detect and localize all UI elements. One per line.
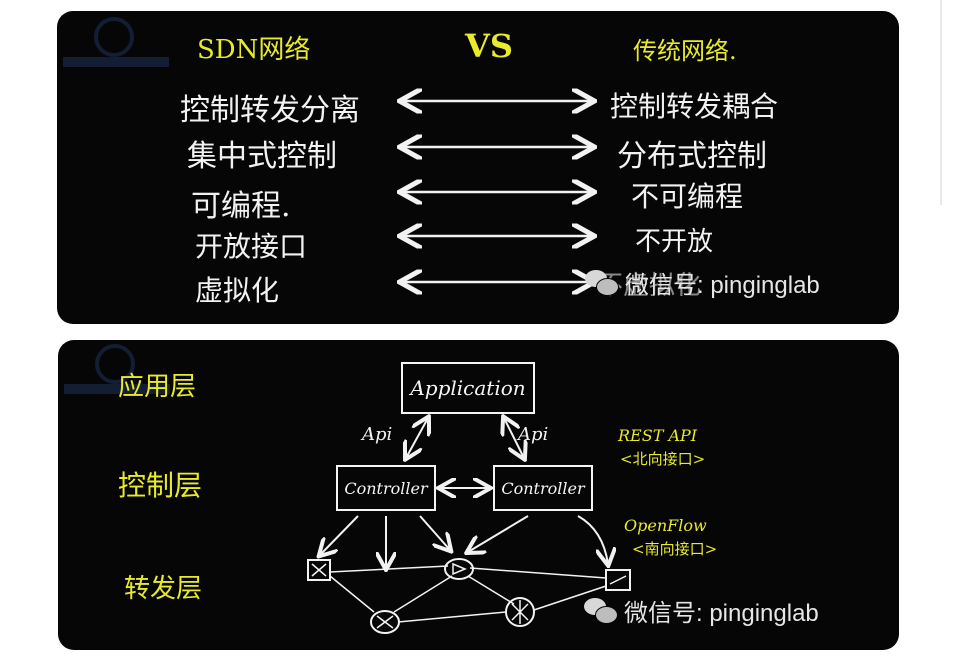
api-arrow-right	[504, 418, 524, 458]
down-arrow-4	[468, 515, 529, 552]
page-edge-line	[940, 0, 942, 205]
down-arrow-3	[419, 515, 450, 550]
link-4	[393, 575, 453, 613]
link-2	[329, 575, 375, 613]
wechat-icon	[584, 597, 618, 624]
down-arrow-1	[320, 515, 359, 555]
watermark-bottom: 微信号: pinginglab	[584, 593, 819, 628]
wechat-icon	[585, 269, 619, 296]
watermark-top: 微信号: pinginglab	[585, 265, 820, 300]
switch-round-icon	[444, 558, 474, 580]
link-5	[467, 575, 515, 605]
link-1	[329, 565, 449, 573]
architecture-board: 应用层 控制层 转发层 Application Controller Contr…	[58, 340, 899, 650]
api-arrow-left	[406, 418, 428, 458]
down-arrow-5	[577, 515, 608, 564]
link-3	[469, 567, 607, 579]
comparison-board: SDN网络 VS 传统网络. 控制转发分离 集中式控制 可编程. 开放接口 虚拟…	[57, 11, 899, 324]
link-6	[397, 611, 507, 623]
